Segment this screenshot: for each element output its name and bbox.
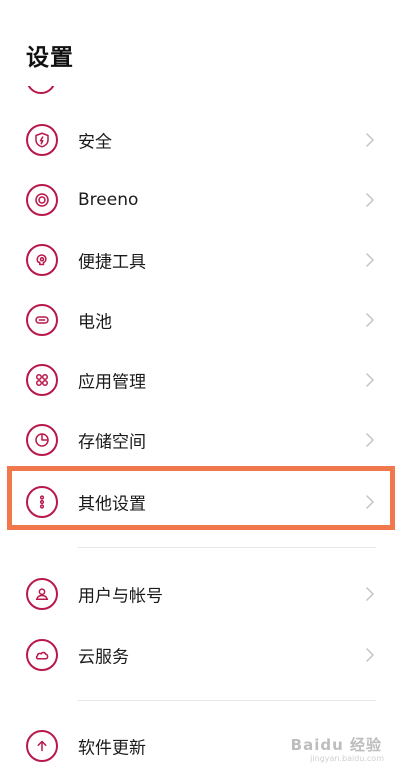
- chevron-right-icon: [364, 311, 376, 329]
- apps-grid-icon: [26, 364, 58, 396]
- settings-item-breeno[interactable]: Breeno: [0, 170, 404, 230]
- settings-item-storage[interactable]: 存储空间: [0, 410, 404, 470]
- settings-item-battery[interactable]: 电池: [0, 290, 404, 350]
- chevron-right-icon: [364, 191, 376, 209]
- chevron-right-icon: [364, 431, 376, 449]
- chevron-right-icon: [364, 646, 376, 664]
- user-icon: [26, 578, 58, 610]
- settings-item-label: 软件更新: [78, 738, 146, 759]
- settings-item-label: 电池: [78, 312, 112, 333]
- settings-item-label: 云服务: [78, 647, 129, 668]
- settings-item-label: 用户与帐号: [78, 586, 163, 607]
- page-title: 设置: [26, 45, 74, 71]
- chevron-right-icon: [364, 585, 376, 603]
- settings-item-label: 存储空间: [78, 432, 146, 453]
- settings-item-apps[interactable]: 应用管理: [0, 350, 404, 410]
- settings-item-security[interactable]: 安全: [0, 110, 404, 170]
- battery-icon: [26, 304, 58, 336]
- section-divider: [78, 700, 376, 701]
- watermark-logo: Baidu 经验: [290, 736, 382, 754]
- section-divider: [78, 547, 376, 548]
- chevron-right-icon: [364, 131, 376, 149]
- settings-item-label: 安全: [78, 132, 112, 153]
- pie-chart-icon: [26, 424, 58, 456]
- tools-icon: [26, 244, 58, 276]
- watermark-url: jingyan.baidu.com: [310, 754, 384, 763]
- settings-item-tools[interactable]: 便捷工具: [0, 230, 404, 290]
- settings-item-label: 便捷工具: [78, 252, 146, 273]
- shield-icon: [26, 124, 58, 156]
- highlight-frame: [7, 466, 395, 530]
- chevron-right-icon: [364, 371, 376, 389]
- arrow-up-icon: [26, 730, 58, 762]
- cloud-icon: [26, 639, 58, 671]
- settings-item-label: 应用管理: [78, 372, 146, 393]
- breeno-icon: [26, 184, 58, 216]
- settings-item-cloud[interactable]: 云服务: [0, 625, 404, 685]
- settings-item-account[interactable]: 用户与帐号: [0, 564, 404, 624]
- settings-item-label: Breeno: [78, 190, 139, 210]
- chevron-right-icon: [364, 251, 376, 269]
